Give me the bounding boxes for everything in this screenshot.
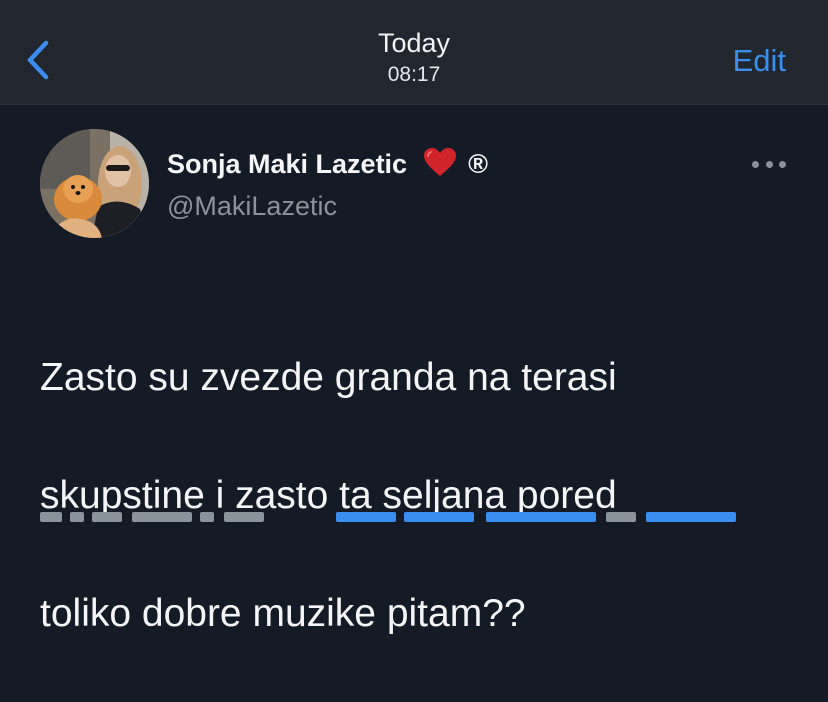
header-title: Today — [377, 28, 451, 58]
tweet: Sonja Maki Lazetic ® @MakiLazetic Zasto … — [0, 106, 828, 635]
author-handle[interactable]: @MakiLazetic — [167, 188, 337, 224]
avatar-photo — [40, 129, 149, 238]
header-time: 08:17 — [387, 63, 441, 86]
edit-button[interactable]: Edit — [733, 42, 786, 80]
more-dot — [779, 160, 786, 168]
avatar[interactable] — [40, 129, 149, 238]
heart-icon — [423, 147, 457, 186]
header-title-group: Today 08:17 — [0, 26, 828, 90]
author-name: Sonja Maki Lazetic — [167, 149, 408, 179]
tweet-meta-cut-off — [40, 508, 800, 522]
tweet-text-line: Zasto su zvezde granda na terasi — [40, 356, 617, 399]
tweet-text-line: toliko dobre muzike pitam?? — [40, 592, 526, 635]
registered-mark: ® — [468, 149, 489, 179]
navigation-bar: Today 08:17 Edit — [0, 0, 828, 105]
more-dots-icon — [752, 160, 759, 168]
tweet-text: Zasto su zvezde granda na terasi skupsti… — [40, 289, 800, 702]
more-dot — [765, 160, 773, 168]
author-name-row[interactable]: Sonja Maki Lazetic ® — [167, 146, 488, 186]
more-options-button[interactable] — [752, 154, 786, 174]
